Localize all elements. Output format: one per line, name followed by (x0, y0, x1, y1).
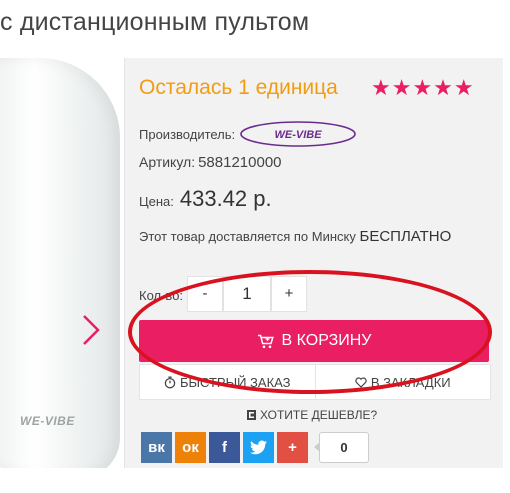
social-share: вк ок f + 0 (141, 432, 369, 463)
stock-status: Осталась 1 единица (139, 76, 338, 99)
bookmarks-button[interactable]: В ЗАКЛАДКИ (314, 365, 491, 399)
quantity-decrease-button[interactable]: - (187, 276, 223, 312)
facebook-share-icon[interactable]: f (209, 432, 240, 463)
delivery-text: Этот товар доставляется по Минску (139, 229, 356, 244)
quick-order-label: БЫСТРЫЙ ЗАКАЗ (179, 374, 291, 390)
price-row: Цена: 433.42 р. (139, 186, 272, 212)
price-value: 433.42 р. (179, 186, 272, 211)
rating-stars[interactable]: ★★★★★ (371, 75, 475, 101)
add-to-cart-label: В КОРЗИНУ (281, 332, 372, 349)
stopwatch-icon (164, 376, 176, 388)
quantity-increase-button[interactable]: + (271, 276, 307, 312)
add-to-cart-button[interactable]: В КОРЗИНУ (139, 320, 489, 362)
page-title: с дистанционным пультом (0, 8, 310, 36)
heart-icon (355, 376, 367, 388)
manufacturer-logo-text: WE-VIBE (275, 129, 323, 141)
sku-value: 5881210000 (198, 154, 282, 171)
price-tag-icon (247, 410, 256, 420)
manufacturer-row: Производитель: WE-VIBE (139, 120, 357, 148)
quantity-label: Кол-во: (139, 288, 184, 303)
want-cheaper-label: ХОТИТЕ ДЕШЕВЛЕ? (260, 408, 378, 422)
share-count: 0 (314, 432, 369, 463)
delivery-free: БЕСПЛАТНО (359, 228, 452, 245)
product-image: WE-VIBE (0, 58, 124, 468)
product-photo (0, 58, 120, 468)
twitter-share-icon[interactable] (243, 432, 274, 463)
more-share-icon[interactable]: + (277, 432, 308, 463)
product-info-panel: Осталась 1 единица ★★★★★ Производитель: … (124, 58, 503, 468)
cart-icon (257, 334, 274, 348)
bookmarks-label: В ЗАКЛАДКИ (370, 374, 451, 390)
price-label: Цена: (139, 194, 174, 209)
odnoklassniki-share-icon[interactable]: ок (175, 432, 206, 463)
manufacturer-logo[interactable]: WE-VIBE (239, 120, 357, 148)
next-image-arrow-icon[interactable] (80, 310, 102, 350)
twitter-bird-icon (249, 440, 267, 455)
manufacturer-label: Производитель: (139, 126, 236, 142)
delivery-info: Этот товар доставляется по Минску БЕСПЛА… (139, 228, 451, 245)
quick-order-button[interactable]: БЫСТРЫЙ ЗАКАЗ (140, 365, 315, 399)
sku-row: Артикул: 5881210000 (139, 154, 282, 171)
secondary-actions: БЫСТРЫЙ ЗАКАЗ В ЗАКЛАДКИ (139, 364, 491, 400)
sku-label: Артикул: (139, 154, 196, 170)
quantity-input[interactable]: 1 (223, 276, 271, 312)
vk-share-icon[interactable]: вк (141, 432, 172, 463)
want-cheaper-link[interactable]: ХОТИТЕ ДЕШЕВЛЕ? (247, 408, 377, 422)
product-image-logo: WE-VIBE (20, 414, 75, 428)
